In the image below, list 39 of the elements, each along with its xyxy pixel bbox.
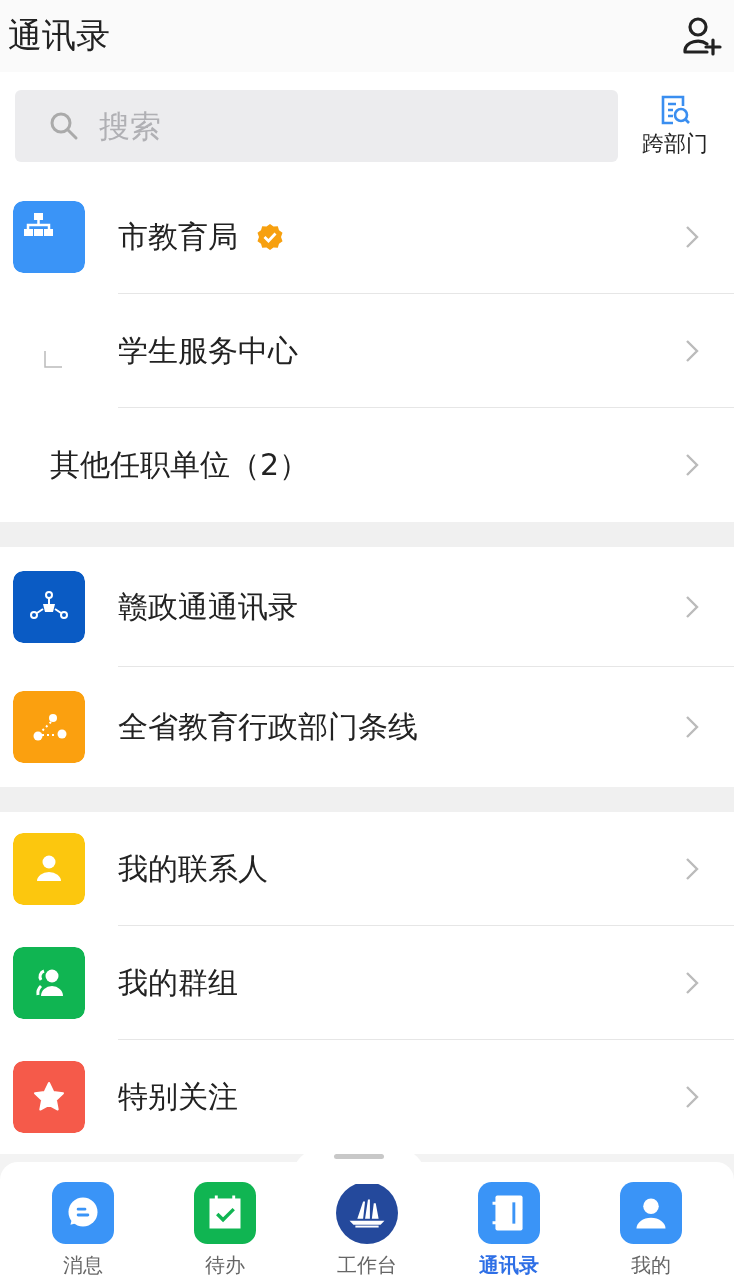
todo-icon	[193, 1182, 257, 1244]
chevron-right-icon[interactable]	[685, 1085, 699, 1109]
list-row[interactable]: 其他任职单位（2）	[0, 408, 734, 522]
row-label: 市教育局	[118, 217, 238, 256]
page-title: 通讯录	[8, 14, 110, 57]
list-row[interactable]: 全省教育行政部门条线	[0, 667, 734, 787]
list-row[interactable]: 赣政通通讯录	[0, 547, 734, 667]
list-row[interactable]: 特别关注	[0, 1040, 734, 1154]
chevron-right-icon[interactable]	[685, 339, 699, 363]
chevron-right-icon[interactable]	[685, 595, 699, 619]
tab[interactable]: 消息	[28, 1182, 138, 1278]
tab[interactable]: 待办	[170, 1182, 280, 1278]
chevron-right-icon[interactable]	[685, 971, 699, 995]
search-field[interactable]: 搜索	[15, 90, 618, 162]
list-row[interactable]: 学生服务中心	[0, 294, 734, 408]
tab[interactable]: 我的	[596, 1182, 706, 1278]
chevron-right-icon[interactable]	[685, 453, 699, 477]
row-label: 学生服务中心	[118, 331, 298, 370]
tab[interactable]: 工作台	[312, 1182, 422, 1278]
add-contact-icon[interactable]	[680, 14, 724, 58]
list-row[interactable]: 我的联系人	[0, 812, 734, 926]
me-icon	[619, 1182, 683, 1244]
list-row[interactable]: 我的群组	[0, 926, 734, 1040]
search-icon	[49, 111, 79, 141]
drag-handle[interactable]	[334, 1154, 384, 1159]
row-label: 我的联系人	[118, 849, 268, 888]
row-label: 全省教育行政部门条线	[118, 707, 418, 746]
row-label: 赣政通通讯录	[118, 587, 298, 626]
chevron-right-icon[interactable]	[685, 715, 699, 739]
row-label: 其他任职单位（2）	[50, 445, 310, 484]
chevron-right-icon[interactable]	[685, 225, 699, 249]
chevron-right-icon[interactable]	[685, 857, 699, 881]
cross-department-button[interactable]: 跨部门	[636, 93, 714, 159]
contacts-icon	[477, 1182, 541, 1244]
message-icon	[51, 1182, 115, 1244]
tree-branch-icon	[44, 350, 63, 368]
row-label: 特别关注	[118, 1077, 238, 1116]
tab[interactable]: 通讯录	[454, 1182, 564, 1278]
row-label: 我的群组	[118, 963, 238, 1002]
